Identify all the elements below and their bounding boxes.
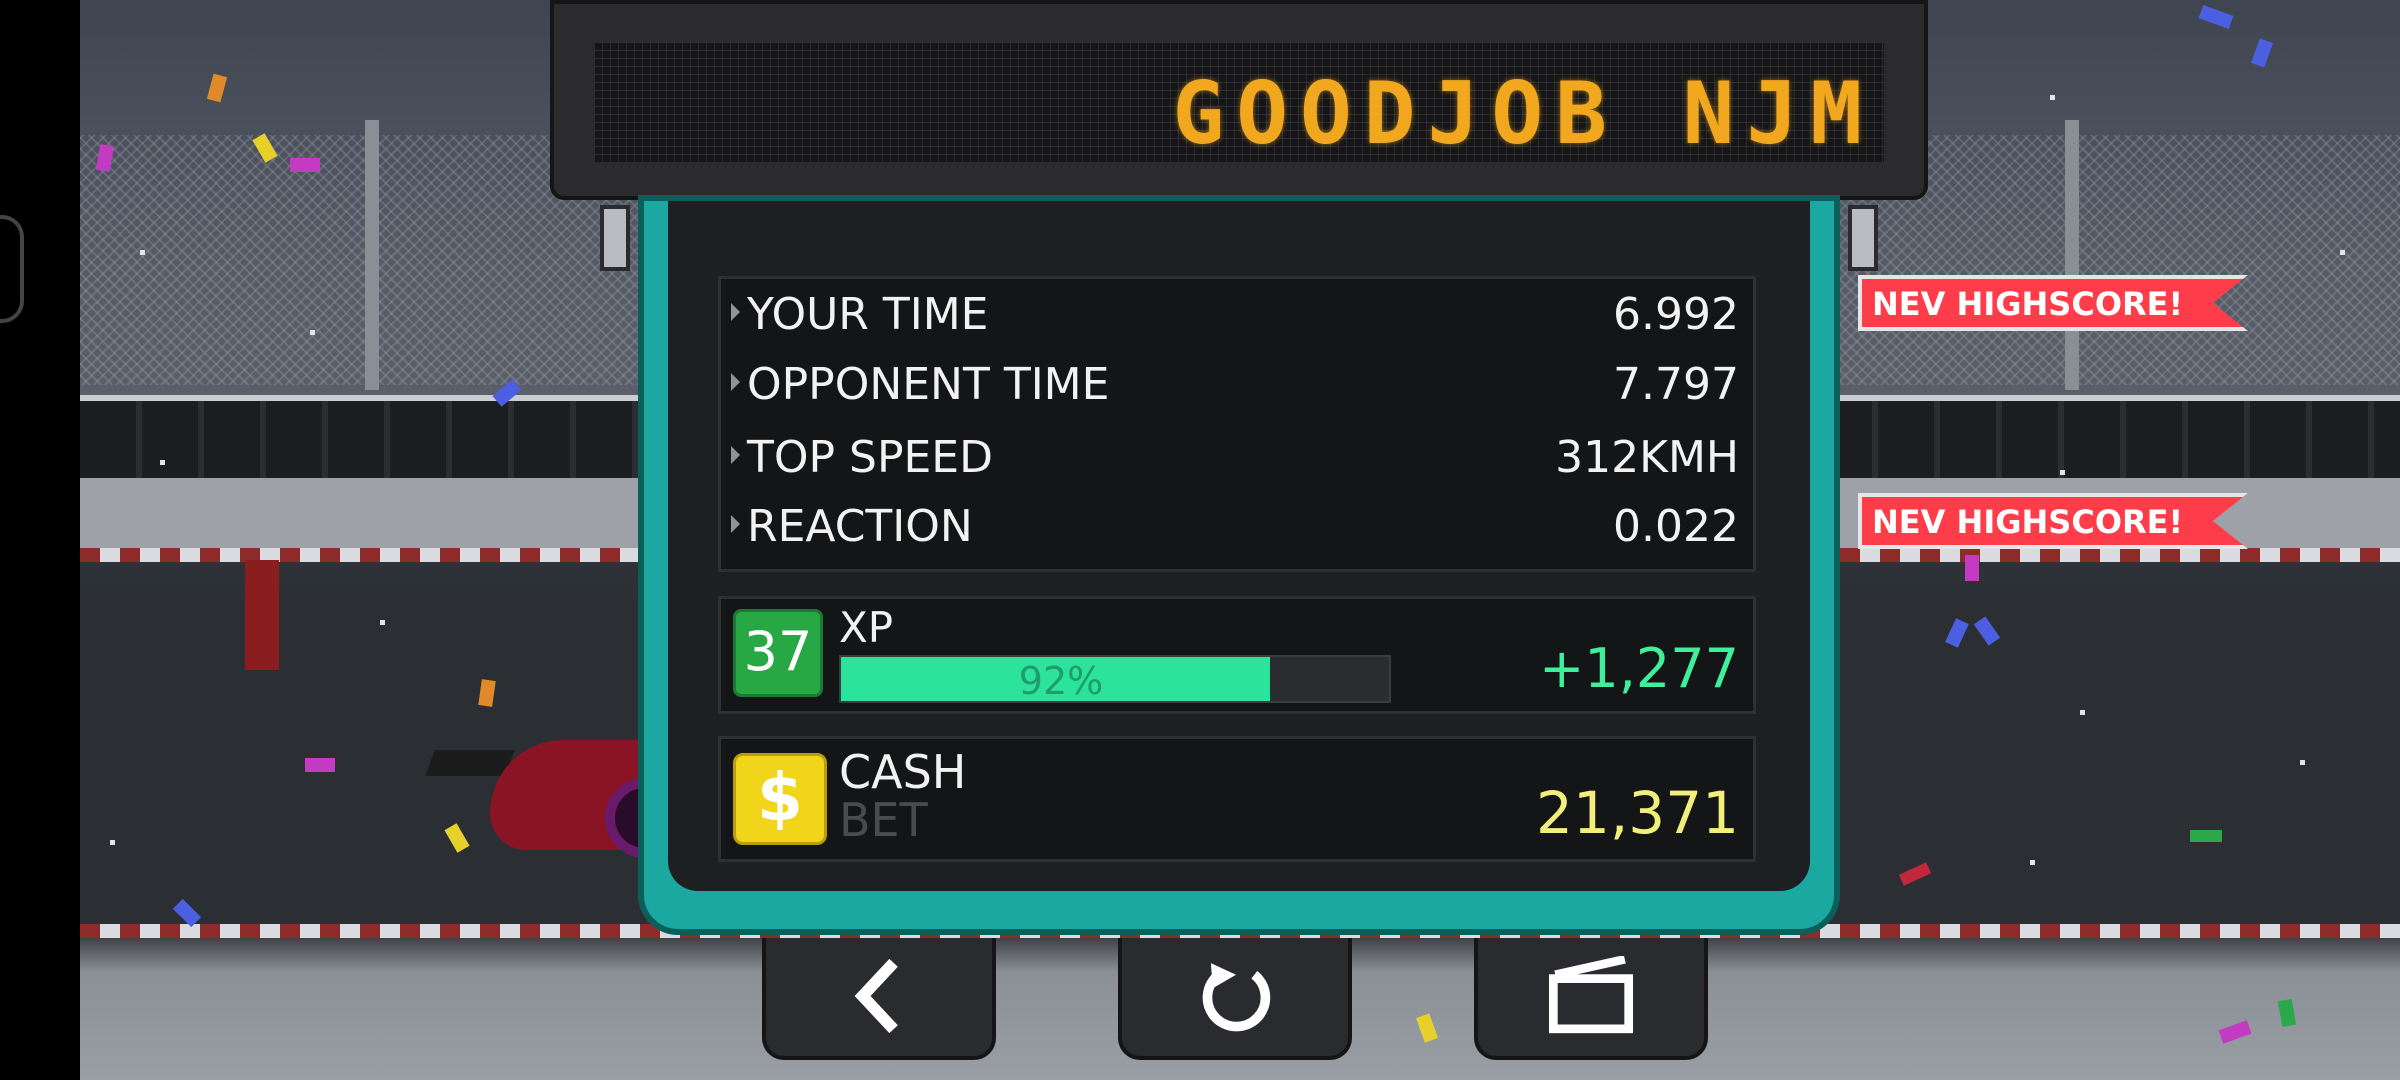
new-highscore-badge: NEV HIGHSCORE! [1858, 275, 2248, 331]
stat-value: 312KMH [1555, 432, 1739, 483]
snowflake [2340, 250, 2345, 255]
confetti [206, 73, 228, 103]
stat-value: 0.022 [1613, 501, 1739, 552]
snowflake [2060, 470, 2065, 475]
stat-label: TOP SPEED [747, 432, 993, 483]
stat-label: OPPONENT TIME [747, 359, 1110, 410]
badge-text: NEV HIGHSCORE! [1872, 503, 2184, 541]
confetti [1898, 862, 1932, 886]
xp-progress-bar: 92% [839, 655, 1391, 703]
led-display: GOODJOB NJM [594, 42, 1884, 164]
fence-pole [2065, 120, 2079, 390]
confetti [1965, 555, 1979, 581]
snowflake [380, 620, 385, 625]
track-post [245, 640, 279, 668]
badge-text: NEV HIGHSCORE! [1872, 285, 2184, 323]
restart-icon [1202, 963, 1271, 1032]
sign-bracket [600, 205, 630, 271]
snowflake [310, 330, 315, 335]
snowflake [110, 840, 115, 845]
stat-label: REACTION [747, 501, 973, 552]
confetti [1973, 616, 2001, 646]
xp-gain: +1,277 [1539, 637, 1739, 700]
confetti [2198, 4, 2234, 30]
xp-section: 37 XP 92% +1,277 [718, 596, 1756, 714]
snowflake [2300, 760, 2305, 765]
confetti [478, 679, 496, 707]
dollar-icon: $ [733, 753, 827, 845]
back-button[interactable] [762, 938, 996, 1060]
sign-message: GOODJOB NJM [1172, 64, 1874, 164]
bet-label: BET [839, 793, 928, 847]
results-panel-inner: YOUR TIME 6.992 OPPONENT TIME 7.797 TOP … [668, 201, 1810, 891]
results-panel: YOUR TIME 6.992 OPPONENT TIME 7.797 TOP … [638, 195, 1840, 935]
snowflake [160, 460, 165, 465]
fence-pole [365, 120, 379, 390]
replay-button[interactable] [1474, 938, 1708, 1060]
snowflake [2080, 710, 2085, 715]
xp-progress-text: 92% [1018, 659, 1104, 703]
stat-label: YOUR TIME [747, 289, 989, 340]
snowflake [2030, 860, 2035, 865]
row-arrow-icon [731, 446, 740, 464]
confetti [2218, 1020, 2252, 1044]
confetti [305, 758, 335, 772]
row-arrow-icon [731, 373, 740, 391]
row-arrow-icon [731, 303, 740, 321]
confetti [172, 898, 202, 928]
snowflake [140, 250, 145, 255]
sign-bracket [1848, 205, 1878, 271]
stats-table: YOUR TIME 6.992 OPPONENT TIME 7.797 TOP … [718, 276, 1756, 572]
confetti [1945, 618, 1969, 648]
stat-row-opponent-time: OPPONENT TIME 7.797 [721, 349, 1753, 419]
cash-section: $ CASH BET 21,371 [718, 736, 1756, 862]
confetti [2190, 830, 2222, 842]
confetti [2277, 998, 2297, 1028]
stat-value: 7.797 [1613, 359, 1739, 410]
cash-value: 21,371 [1536, 779, 1739, 847]
new-highscore-badge: NEV HIGHSCORE! [1858, 493, 2248, 549]
back-chevron-icon [854, 958, 898, 1034]
bezel-edge-tab [0, 215, 24, 323]
row-arrow-icon [731, 515, 740, 533]
level-badge: 37 [733, 609, 823, 697]
device-bezel [0, 0, 80, 1080]
confetti [1415, 1013, 1439, 1043]
stat-row-top-speed: TOP SPEED 312KMH [721, 422, 1753, 492]
stat-row-your-time: YOUR TIME 6.992 [721, 279, 1753, 349]
camera-replay-icon [1548, 956, 1634, 1034]
confetti [290, 158, 320, 172]
stat-row-reaction: REACTION 0.022 [721, 491, 1753, 561]
restart-button[interactable] [1118, 938, 1352, 1060]
confetti [2250, 38, 2274, 68]
stat-value: 6.992 [1613, 289, 1739, 340]
xp-label: XP [839, 603, 894, 652]
cash-label: CASH [839, 745, 967, 799]
snowflake [2050, 95, 2055, 100]
result-sign: GOODJOB NJM [550, 0, 1928, 200]
